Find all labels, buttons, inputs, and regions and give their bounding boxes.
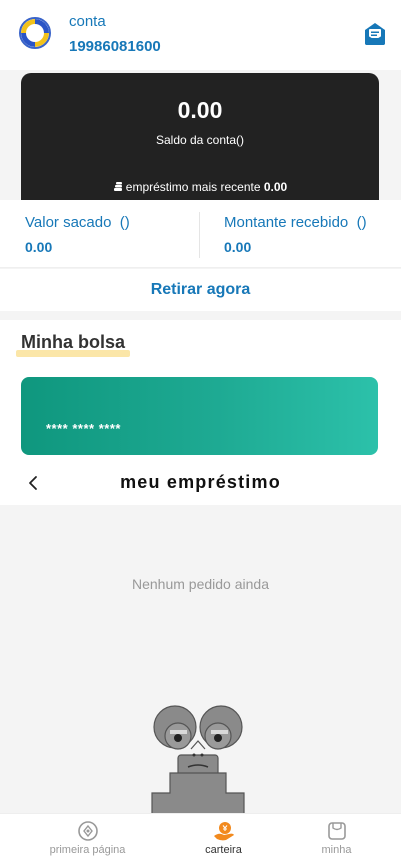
balance-card: 0.00 Saldo da conta() empréstimo mais re…: [21, 73, 379, 200]
tab-home-label: primeira página: [49, 844, 126, 856]
received-value: 0.00: [224, 239, 252, 255]
recent-loan-label: empréstimo mais recente: [125, 180, 261, 194]
received-label: Montante recebido: [224, 214, 349, 231]
recent-loan-value: 0.00: [263, 180, 288, 194]
message-icon[interactable]: [361, 21, 389, 47]
loan-list-empty: Nenhum pedido ainda: [0, 505, 401, 859]
withdrawn-unit: (): [119, 214, 130, 231]
account-phone: 19986081600: [69, 38, 161, 55]
stats-row: Valor sacado () 0.00 Montante recebido (…: [0, 200, 401, 268]
recent-loan: empréstimo mais recente 0.00: [21, 180, 379, 194]
withdraw-now-button[interactable]: Retirar agora: [0, 269, 401, 311]
avatar-center: [26, 24, 44, 42]
withdrawn-value: 0.00: [25, 239, 53, 255]
withdrawn-title: Valor sacado (): [25, 214, 130, 231]
withdrawn-label: Valor sacado: [25, 214, 112, 231]
tab-mine-label: minha: [321, 844, 352, 856]
received-title: Montante recebido (): [224, 214, 367, 231]
wallet-icon: [214, 822, 234, 841]
stats-divider: [199, 212, 200, 258]
card-number: **** **** ****: [46, 421, 121, 436]
wallet-title: Minha bolsa: [21, 332, 126, 352]
wallet-section: Minha bolsa **** **** **** meu empréstim…: [0, 320, 401, 859]
empty-state-illustration: [151, 705, 245, 820]
loan-header: meu empréstimo: [0, 462, 401, 504]
loan-title: meu empréstimo: [120, 472, 281, 492]
header: conta 19986081600: [0, 0, 401, 70]
bank-card[interactable]: **** **** ****: [21, 377, 378, 455]
compass-icon: [78, 821, 98, 841]
balance-label: Saldo da conta(): [155, 133, 245, 147]
balance-amount: 0.00: [177, 97, 223, 123]
empty-text: Nenhum pedido ainda: [132, 576, 269, 592]
profile-icon: [328, 822, 346, 840]
bottom-tab-bar: primeira página carteira minha: [0, 813, 401, 859]
tab-mine[interactable]: minha: [270, 814, 401, 859]
tab-home[interactable]: primeira página: [21, 814, 154, 859]
coins-icon: [113, 182, 122, 191]
wallet-page: conta 19986081600 0.00 Saldo da conta() …: [0, 0, 401, 859]
received-unit: (): [356, 214, 367, 231]
avatar[interactable]: [19, 17, 51, 49]
account-label: conta: [69, 13, 106, 30]
